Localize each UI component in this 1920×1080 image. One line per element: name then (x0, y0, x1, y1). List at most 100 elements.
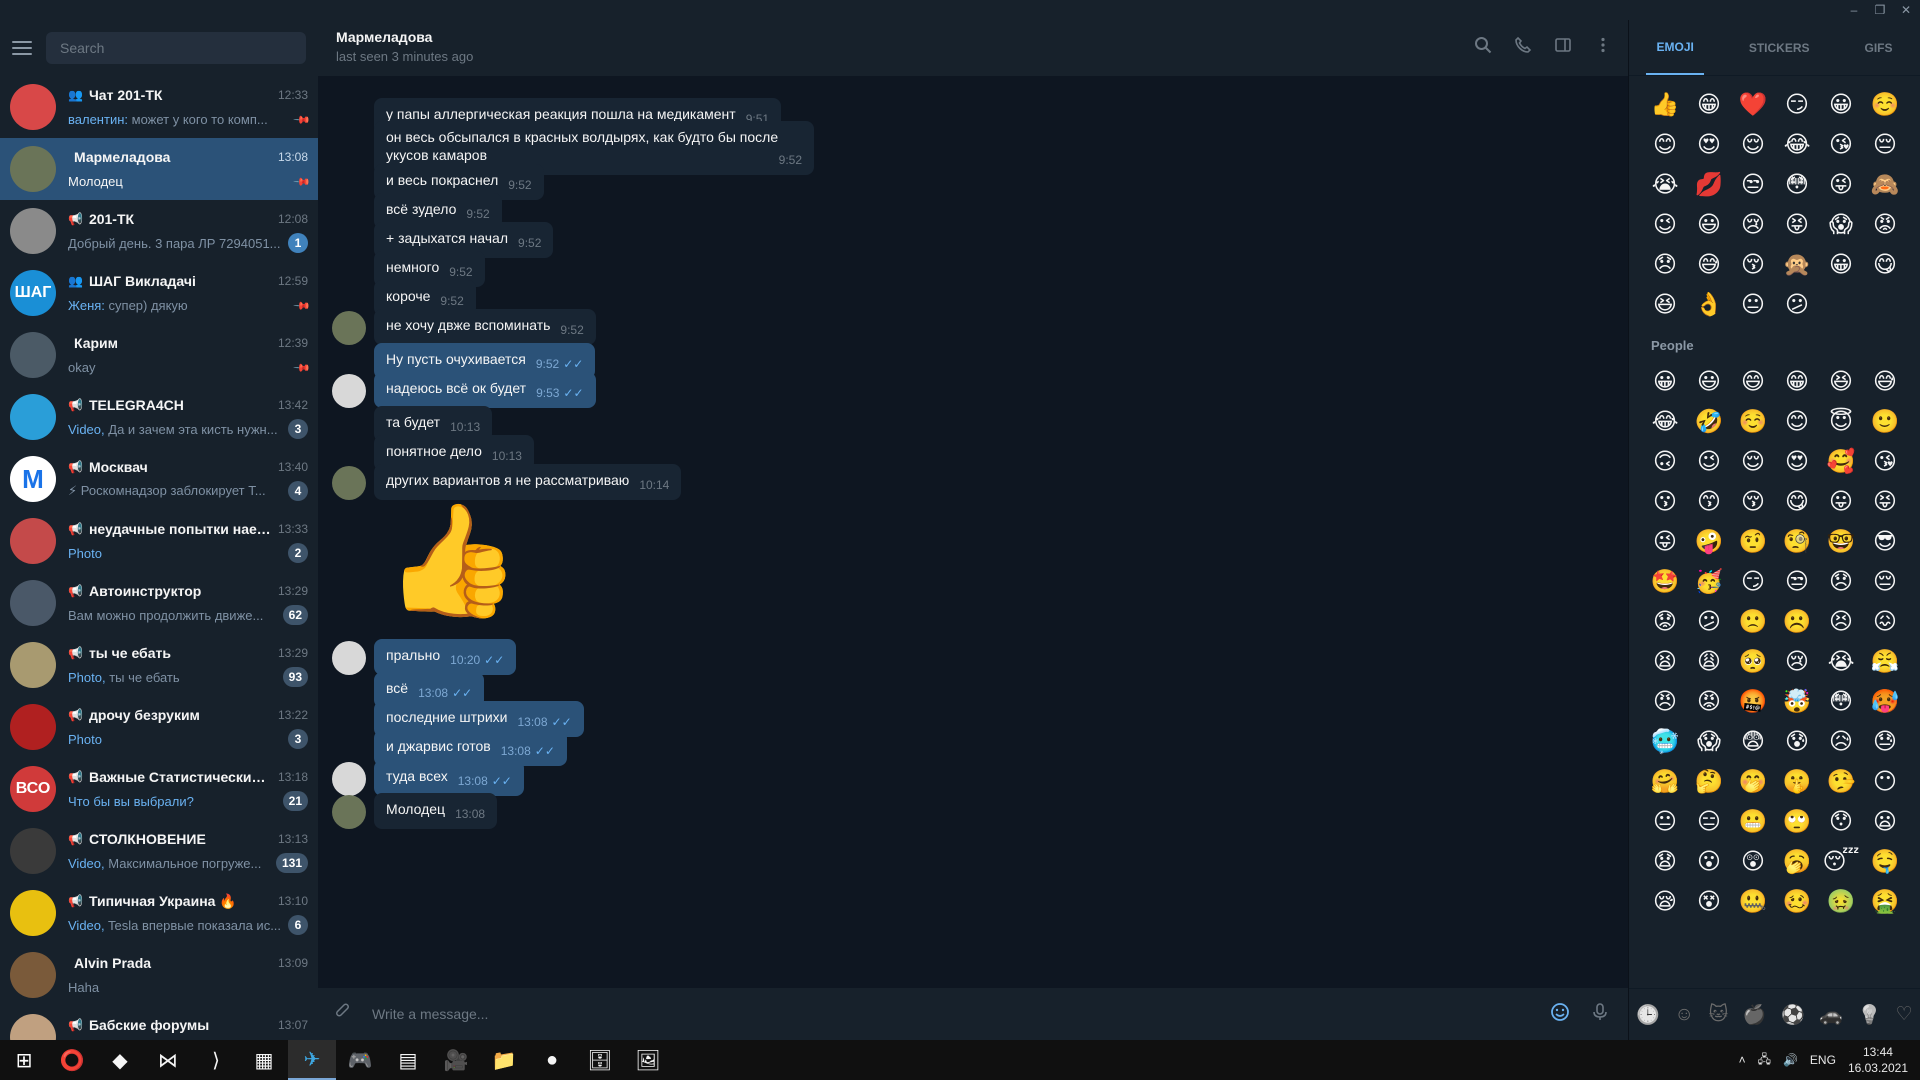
emoji-button[interactable]: 😘 (1863, 441, 1907, 481)
emoji-button[interactable]: 😮 (1687, 841, 1731, 881)
message-input[interactable] (372, 1006, 1532, 1022)
db-icon[interactable]: 🗄 (576, 1040, 624, 1080)
emoji-button[interactable]: 😭 (1819, 641, 1863, 681)
emoji-button[interactable]: 😖 (1863, 601, 1907, 641)
network-icon[interactable]: 🖧 (1758, 1050, 1771, 1071)
emoji-button[interactable]: 🧐 (1775, 521, 1819, 561)
emoji-button[interactable]: 😦 (1863, 801, 1907, 841)
emoji-button[interactable]: 😌 (1731, 124, 1775, 164)
explorer-icon[interactable]: 📁 (480, 1040, 528, 1080)
emoji-button[interactable]: 😜 (1819, 164, 1863, 204)
windows-icon[interactable]: ⊞ (0, 1040, 48, 1080)
message-bubble[interactable]: надеюсь всё ок будет 9:53 ✓✓ (374, 372, 596, 408)
clock-icon[interactable]: 🕒 (1636, 1003, 1660, 1027)
emoji-button[interactable]: 😅 (1687, 244, 1731, 284)
emoji-button[interactable]: 😋 (1775, 481, 1819, 521)
emoji-button[interactable]: ☺️ (1863, 84, 1907, 124)
emoji-button[interactable]: 🤗 (1643, 761, 1687, 801)
emoji-button[interactable]: 😴 (1819, 841, 1863, 881)
incoming-message[interactable]: не хочу двже вспоминать 9:52 (374, 309, 596, 345)
volume-icon[interactable]: 🔊 (1783, 1053, 1798, 1067)
cat-icon[interactable]: 🐱 (1708, 1003, 1728, 1026)
avatar[interactable] (332, 374, 366, 408)
phone-icon[interactable] (1512, 36, 1534, 58)
emoji-button[interactable]: 🤫 (1775, 761, 1819, 801)
emoji-button[interactable]: 😀 (1643, 361, 1687, 401)
chat-list-item[interactable]: 📢 ты че ебать 13:29 Photo, ты че ебать 9… (0, 634, 318, 696)
emoji-button[interactable]: 😃 (1687, 204, 1731, 244)
chat-list-item[interactable]: 📢 Автоинструктор 13:29 Вам можно продолж… (0, 572, 318, 634)
message-history[interactable]: у папы аллергическая реакция пошла на ме… (318, 76, 1628, 988)
emoji-button[interactable]: 🤨 (1731, 521, 1775, 561)
bulb-icon[interactable]: 💡 (1857, 1003, 1881, 1027)
emoji-button[interactable]: 🥰 (1819, 441, 1863, 481)
emoji-button[interactable]: 😀 (1819, 84, 1863, 124)
emoji-button[interactable]: 😳 (1775, 164, 1819, 204)
emoji-button[interactable]: ☺️ (1731, 401, 1775, 441)
emoji-button[interactable]: 🥶 (1643, 721, 1687, 761)
ball-icon[interactable]: ⚽ (1781, 1003, 1805, 1027)
emoji-button[interactable]: 😰 (1775, 721, 1819, 761)
emoji-button[interactable]: 😭 (1643, 164, 1687, 204)
emoji-button[interactable]: 😊 (1643, 124, 1687, 164)
apple-icon[interactable]: 🍎 (1743, 1003, 1767, 1027)
emoji-button[interactable]: 🤤 (1863, 841, 1907, 881)
emoji-button[interactable]: 😛 (1819, 481, 1863, 521)
emoji-button[interactable]: 😀 (1819, 244, 1863, 284)
restore-button[interactable]: ❐ (1872, 3, 1888, 17)
emoji-button[interactable]: 😂 (1775, 124, 1819, 164)
emoji-button[interactable]: 😫 (1643, 641, 1687, 681)
emoji-button[interactable]: 😩 (1687, 641, 1731, 681)
emoji-button[interactable]: 😡 (1687, 681, 1731, 721)
emoji-button[interactable]: 😥 (1819, 721, 1863, 761)
emoji-button[interactable]: 🥱 (1775, 841, 1819, 881)
tray-chevron-icon[interactable]: ˄ (1739, 1053, 1746, 1067)
avatar[interactable] (332, 466, 366, 500)
attach-icon[interactable] (334, 1003, 356, 1026)
emoji-button[interactable]: 😆 (1643, 284, 1687, 324)
tab-emoji[interactable]: EMOJI (1646, 21, 1704, 75)
emoji-button[interactable]: 😗 (1643, 481, 1687, 521)
chat-list-item[interactable]: Карим 12:39 okay 📌 (0, 324, 318, 386)
avatar[interactable] (332, 641, 366, 675)
emoji-button[interactable]: 😬 (1731, 801, 1775, 841)
emoji-button[interactable]: 😵 (1687, 881, 1731, 921)
emoji-button[interactable]: 😊 (1775, 401, 1819, 441)
outgoing-message[interactable]: надеюсь всё ок будет 9:53 ✓✓ (374, 372, 596, 408)
emoji-button[interactable]: 🤯 (1775, 681, 1819, 721)
telegram-icon[interactable]: ✈ (288, 1040, 336, 1080)
emoji-button[interactable]: 😪 (1643, 881, 1687, 921)
emoji-button[interactable]: 😒 (1775, 561, 1819, 601)
emoji-button[interactable]: 😯 (1819, 801, 1863, 841)
git-icon[interactable]: ◆ (96, 1040, 144, 1080)
emoji-button[interactable]: 😚 (1731, 481, 1775, 521)
emoji-button[interactable]: 😄 (1731, 361, 1775, 401)
chat-list-item[interactable]: 📢 неудачные попытки наеб... 13:33 Photo … (0, 510, 318, 572)
emoji-button[interactable]: 😟 (1643, 601, 1687, 641)
language-indicator[interactable]: ENG (1810, 1053, 1836, 1067)
sticker-thumbs-up[interactable]: 👍 (384, 501, 521, 621)
emoji-button[interactable]: 😌 (1731, 441, 1775, 481)
emoji-button[interactable]: 😢 (1731, 204, 1775, 244)
emoji-button[interactable]: 😏 (1775, 84, 1819, 124)
emoji-button[interactable]: 😉 (1643, 204, 1687, 244)
chat-list-item[interactable]: М 📢 Москвач 13:40 ⚡ Роскомнадзор заблоки… (0, 448, 318, 510)
emoji-button[interactable]: 🥴 (1775, 881, 1819, 921)
emoji-button[interactable]: ☹️ (1775, 601, 1819, 641)
app-icon[interactable]: ● (528, 1040, 576, 1080)
chat-list-item[interactable]: 📢 201-ТК 12:08 Добрый день. 3 пара ЛР 72… (0, 200, 318, 262)
emoji-button[interactable]: 😠 (1643, 681, 1687, 721)
emoji-button[interactable]: 🤭 (1731, 761, 1775, 801)
emoji-button[interactable]: 🙈 (1863, 164, 1907, 204)
chat-list-item[interactable]: 📢 дрочу безруким 13:22 Photo 3 (0, 696, 318, 758)
emoji-button[interactable]: 🤮 (1863, 881, 1907, 921)
emoji-button[interactable]: 😕 (1775, 284, 1819, 324)
emoji-button[interactable]: 💋 (1687, 164, 1731, 204)
emoji-button[interactable]: 🤐 (1731, 881, 1775, 921)
chat-list-item[interactable]: Alvin Prada 13:09 Haha (0, 944, 318, 1006)
emoji-button[interactable]: 😣 (1819, 601, 1863, 641)
emoji-button[interactable]: 🙂 (1863, 401, 1907, 441)
chat-list-item[interactable]: 📢 СТОЛКНОВЕНИЕ 13:13 Video, Максимальное… (0, 820, 318, 882)
emoji-button[interactable]: 😶 (1863, 761, 1907, 801)
chat-list-item[interactable]: 📢 Типичная Украина 🔥 13:10 Video, Tesla … (0, 882, 318, 944)
